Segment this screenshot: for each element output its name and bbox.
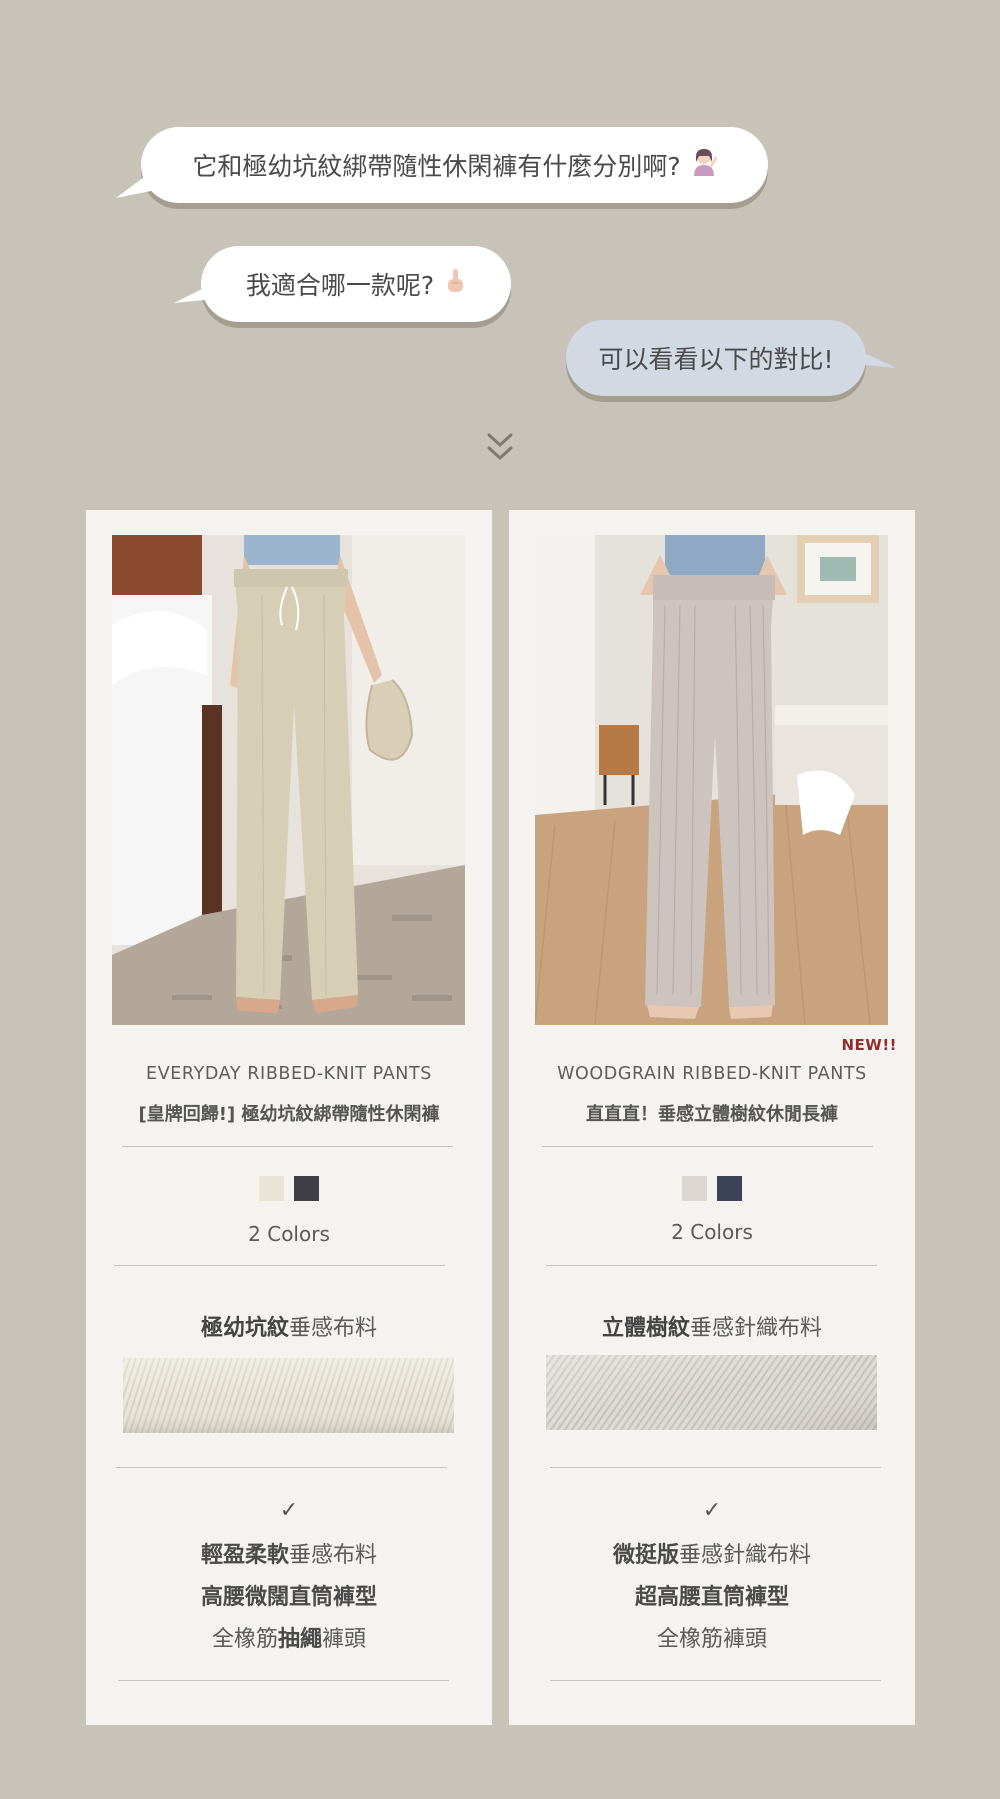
divider (118, 1680, 449, 1681)
divider (542, 1146, 873, 1147)
check-mark-icon: ✓ (279, 1498, 299, 1523)
fabric-swatch-image (123, 1358, 454, 1433)
chat-bubble-question-1: 它和極幼坑紋綁帶隨性休閑褲有什麼分別啊? (141, 127, 768, 203)
product-name-zh[interactable]: [皇牌回歸!] 極幼坑紋綁帶隨性休閑褲 (86, 1100, 492, 1126)
feature-3-bold: 抽繩 (277, 1627, 322, 1652)
product-name-zh[interactable]: 直直直！垂感立體樹紋休閒長褲 (509, 1100, 915, 1126)
product-name-en[interactable]: EVERYDAY RIBBED-KNIT PANTS (86, 1064, 492, 1084)
color-swatch-oatmeal[interactable] (682, 1176, 707, 1201)
feature-1-bold: 輕盈柔軟 (200, 1543, 289, 1568)
feature-3-pre: 全橡筋褲頭 (656, 1627, 767, 1652)
product-card-woodgrain[interactable]: NEW!! WOODGRAIN RIBBED-KNIT PANTS 直直直！垂感… (509, 510, 915, 1725)
fabric-heading: 立體樹紋垂感針織布料 (509, 1310, 915, 1342)
chat-bubble-question-2: 我適合哪一款呢? (201, 246, 511, 322)
fabric-heading-bold: 極幼坑紋 (200, 1316, 289, 1341)
color-swatch-cream[interactable] (259, 1176, 284, 1201)
product-photo-woodgrain-pants[interactable] (535, 535, 888, 1025)
feature-1-bold: 微挺版 (612, 1543, 679, 1568)
divider (122, 1146, 453, 1147)
feature-line-2: 超高腰直筒褲型 (509, 1579, 915, 1611)
check-mark-icon: ✓ (702, 1498, 722, 1523)
feature-line-2: 高腰微闊直筒褲型 (86, 1579, 492, 1611)
feature-3-pre: 全橡筋 (211, 1627, 278, 1652)
fabric-heading: 極幼坑紋垂感布料 (86, 1310, 492, 1342)
color-swatch-navy[interactable] (717, 1176, 742, 1201)
divider (116, 1467, 447, 1468)
chat-text-question-2: 我適合哪一款呢? (245, 271, 435, 300)
chat-bubble-answer-tail (854, 348, 896, 368)
divider (550, 1680, 881, 1681)
double-chevron-down-icon (487, 433, 513, 461)
chat-text-question-1: 它和極幼坑紋綁帶隨性休閑褲有什麼分別啊? (192, 152, 681, 181)
fabric-swatch-image (546, 1355, 877, 1430)
pointing-up-emoji-icon (444, 268, 466, 300)
fabric-heading-rest: 垂感針織布料 (690, 1316, 823, 1341)
product-card-everyday[interactable]: EVERYDAY RIBBED-KNIT PANTS [皇牌回歸!] 極幼坑紋綁… (86, 510, 492, 1725)
chat-bubble-question-2-tail (174, 283, 214, 303)
feature-2-bold: 超高腰直筒褲型 (634, 1585, 789, 1610)
fabric-heading-bold: 立體樹紋 (601, 1316, 690, 1341)
feature-line-3: 全橡筋褲頭 (509, 1621, 915, 1653)
feature-3-rest: 褲頭 (322, 1627, 367, 1652)
feature-line-3: 全橡筋抽繩褲頭 (86, 1621, 492, 1653)
new-badge: NEW!! (841, 1036, 897, 1054)
feature-line-1: 輕盈柔軟垂感布料 (86, 1537, 492, 1569)
feature-1-rest: 垂感布料 (289, 1543, 378, 1568)
divider (550, 1467, 881, 1468)
feature-1-rest: 垂感針織布料 (679, 1543, 812, 1568)
color-swatches (509, 1176, 915, 1201)
color-swatches (86, 1176, 492, 1201)
colors-count: 2 Colors (248, 1222, 330, 1246)
colors-count: 2 Colors (671, 1220, 753, 1244)
chat-bubble-question-1-tail (116, 168, 156, 198)
divider (114, 1265, 445, 1266)
divider (546, 1265, 877, 1266)
product-photo-everyday-pants[interactable] (112, 535, 465, 1025)
feature-2-bold: 高腰微闊直筒褲型 (200, 1585, 377, 1610)
chat-bubble-answer: 可以看看以下的對比! (566, 320, 866, 396)
feature-line-1: 微挺版垂感針織布料 (509, 1537, 915, 1569)
woman-shrugging-emoji-icon (691, 148, 718, 182)
fabric-heading-rest: 垂感布料 (289, 1316, 378, 1341)
chat-text-answer: 可以看看以下的對比! (598, 345, 834, 374)
product-name-en[interactable]: WOODGRAIN RIBBED-KNIT PANTS (509, 1064, 915, 1084)
color-swatch-charcoal[interactable] (294, 1176, 319, 1201)
